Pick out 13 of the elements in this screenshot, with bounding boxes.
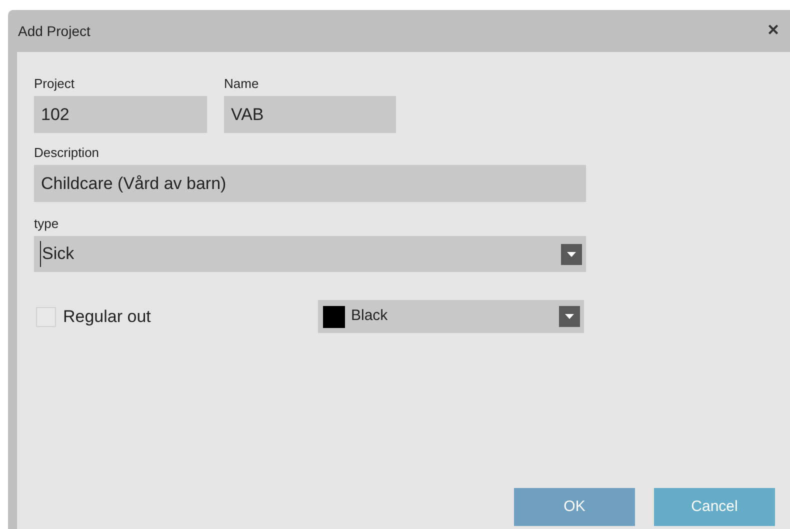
text-field[interactable]: 102: [34, 96, 207, 133]
field-label: type: [34, 215, 60, 233]
type-dropdown[interactable]: Sick: [34, 236, 586, 272]
field-label: Description: [34, 144, 100, 162]
close-button[interactable]: ✕: [767, 20, 780, 42]
color-dropdown[interactable]: Black: [318, 300, 584, 333]
text-field[interactable]: VAB: [224, 96, 396, 133]
checkbox[interactable]: [36, 306, 56, 326]
field-label: Name: [224, 75, 260, 93]
checkbox-label: Regular out: [63, 306, 151, 328]
field-label: Project: [34, 75, 76, 93]
window-title: Add Project: [18, 22, 90, 41]
text-field[interactable]: Childcare (Vård av barn): [34, 165, 586, 202]
